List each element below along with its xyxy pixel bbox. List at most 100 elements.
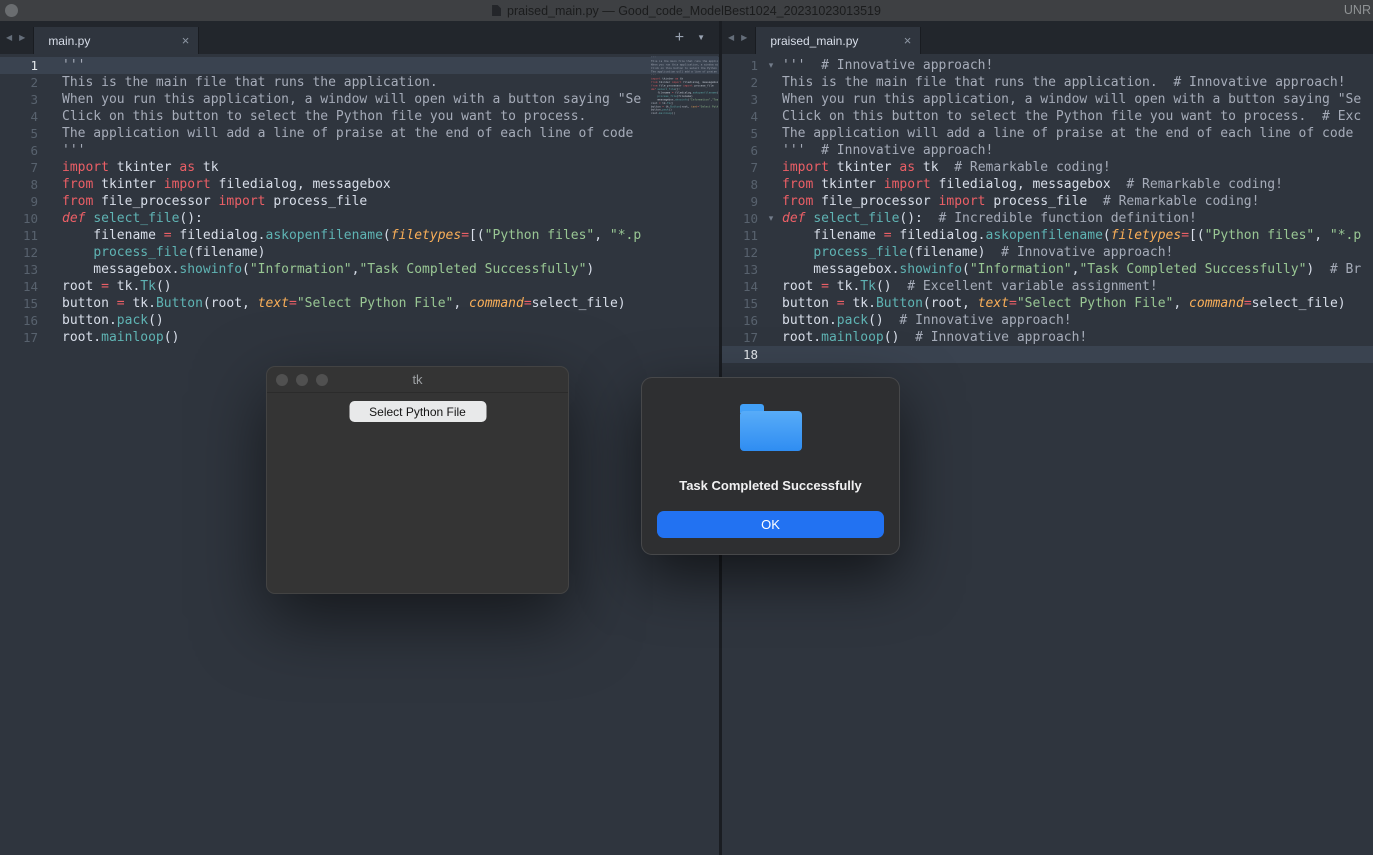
fold-gutter bbox=[760, 261, 782, 278]
select-python-file-button[interactable]: Select Python File bbox=[349, 401, 486, 422]
line-number: 13 bbox=[0, 261, 40, 278]
minimap[interactable]: 1'''2This is the main file that runs the… bbox=[651, 56, 718, 120]
fold-gutter bbox=[40, 125, 62, 142]
folder-icon bbox=[740, 404, 802, 451]
code-line[interactable]: 7import tkinter as tk # Remarkable codin… bbox=[722, 159, 1373, 176]
line-number: 17 bbox=[0, 329, 40, 346]
fold-gutter bbox=[760, 125, 782, 142]
fold-gutter bbox=[40, 91, 62, 108]
registration-status: UNR bbox=[1344, 0, 1371, 21]
code-line[interactable]: 12 process_file(filename) # Innovative a… bbox=[722, 244, 1373, 261]
code-line[interactable]: 5The application will add a line of prai… bbox=[722, 125, 1373, 142]
line-number: 12 bbox=[722, 244, 760, 261]
code-line[interactable]: 1''' bbox=[0, 57, 719, 74]
fold-arrow-icon[interactable]: ▾ bbox=[760, 57, 782, 74]
code-line[interactable]: 5The application will add a line of prai… bbox=[0, 125, 719, 142]
fold-gutter bbox=[40, 74, 62, 91]
window-minimize-button[interactable] bbox=[296, 374, 308, 386]
completion-dialog: Task Completed Successfully OK bbox=[641, 377, 900, 555]
line-number: 2 bbox=[722, 74, 760, 91]
line-number: 1 bbox=[722, 57, 760, 74]
tab-scroll-left-icon[interactable]: ◀ bbox=[728, 33, 734, 42]
fold-gutter bbox=[40, 278, 62, 295]
line-number: 9 bbox=[722, 193, 760, 210]
fold-gutter bbox=[760, 159, 782, 176]
code-line[interactable]: 16button.pack() # Innovative approach! bbox=[722, 312, 1373, 329]
code-line[interactable]: 8from tkinter import filedialog, message… bbox=[722, 176, 1373, 193]
line-number: 14 bbox=[722, 278, 760, 295]
line-number: 14 bbox=[0, 278, 40, 295]
tab-scroll-right-icon[interactable]: ▶ bbox=[741, 33, 747, 42]
code-line[interactable]: 14root = tk.Tk() bbox=[0, 278, 719, 295]
code-line[interactable]: 17root.mainloop() # Innovative approach! bbox=[722, 329, 1373, 346]
line-number: 10 bbox=[0, 210, 40, 227]
fold-gutter bbox=[760, 227, 782, 244]
code-line[interactable]: 14root = tk.Tk() # Excellent variable as… bbox=[722, 278, 1373, 295]
code-line[interactable]: 12 process_file(filename) bbox=[0, 244, 719, 261]
window-close-button[interactable] bbox=[276, 374, 288, 386]
ok-button[interactable]: OK bbox=[657, 511, 884, 538]
fold-gutter bbox=[40, 142, 62, 159]
close-icon[interactable]: × bbox=[182, 33, 190, 48]
tab-praised-main-py[interactable]: praised_main.py × bbox=[755, 27, 921, 54]
code-line[interactable]: 10def select_file(): bbox=[0, 210, 719, 227]
tab-overflow-button[interactable]: ▼ bbox=[697, 33, 705, 42]
minimap-content: 1'''2This is the main file that runs the… bbox=[651, 56, 718, 115]
code-line[interactable]: 2This is the main file that runs the app… bbox=[0, 74, 719, 91]
line-number: 6 bbox=[0, 142, 40, 159]
code-line[interactable]: 15button = tk.Button(root, text="Select … bbox=[0, 295, 719, 312]
tk-window: tk Select Python File bbox=[266, 366, 569, 594]
code-line[interactable]: 8from tkinter import filedialog, message… bbox=[0, 176, 719, 193]
fold-arrow-icon[interactable]: ▾ bbox=[760, 210, 782, 227]
code-line[interactable]: 13 messagebox.showinfo("Information","Ta… bbox=[722, 261, 1373, 278]
code-line[interactable]: 9from file_processor import process_file bbox=[0, 193, 719, 210]
code-line[interactable]: 11 filename = filedialog.askopenfilename… bbox=[0, 227, 719, 244]
line-number: 3 bbox=[0, 91, 40, 108]
code-line[interactable]: 6''' bbox=[0, 142, 719, 159]
tab-main-py[interactable]: main.py × bbox=[33, 27, 199, 54]
fold-gutter bbox=[40, 244, 62, 261]
tk-window-title: tk bbox=[267, 367, 568, 393]
fold-gutter bbox=[40, 108, 62, 125]
code-line[interactable]: 17root.mainloop() bbox=[0, 329, 719, 346]
line-number: 10 bbox=[722, 210, 760, 227]
fold-gutter bbox=[760, 74, 782, 91]
fold-gutter bbox=[760, 193, 782, 210]
code-line[interactable]: 4Click on this button to select the Pyth… bbox=[0, 108, 719, 125]
code-line[interactable]: 2This is the main file that runs the app… bbox=[722, 74, 1373, 91]
fold-gutter bbox=[760, 329, 782, 346]
close-icon[interactable]: × bbox=[904, 33, 912, 48]
line-number: 5 bbox=[722, 125, 760, 142]
fold-gutter bbox=[40, 261, 62, 278]
tk-titlebar[interactable]: tk bbox=[267, 367, 568, 393]
code-lines: 1▾''' # Innovative approach!2This is the… bbox=[722, 57, 1373, 363]
code-line[interactable]: 17root.mainloop() bbox=[651, 112, 718, 115]
code-line[interactable]: 18 bbox=[722, 346, 1373, 363]
code-line[interactable]: 16button.pack() bbox=[0, 312, 719, 329]
line-number: 1 bbox=[0, 57, 40, 74]
line-number: 16 bbox=[0, 312, 40, 329]
code-line[interactable]: 11 filename = filedialog.askopenfilename… bbox=[722, 227, 1373, 244]
code-line[interactable]: 9from file_processor import process_file… bbox=[722, 193, 1373, 210]
tab-scroll-right-icon[interactable]: ▶ bbox=[19, 33, 25, 42]
left-tab-bar: ◀ ▶ main.py × + ▼ bbox=[0, 21, 719, 54]
code-line[interactable]: 1▾''' # Innovative approach! bbox=[722, 57, 1373, 74]
code-line[interactable]: 4Click on this button to select the Pyth… bbox=[722, 108, 1373, 125]
code-line[interactable]: 10▾def select_file(): # Incredible funct… bbox=[722, 210, 1373, 227]
line-number: 17 bbox=[722, 329, 760, 346]
fold-gutter bbox=[40, 227, 62, 244]
fold-gutter bbox=[40, 193, 62, 210]
code-line[interactable]: 3When you run this application, a window… bbox=[722, 91, 1373, 108]
new-tab-button[interactable]: + bbox=[675, 30, 684, 46]
line-number: 15 bbox=[722, 295, 760, 312]
code-line[interactable]: 13 messagebox.showinfo("Information","Ta… bbox=[0, 261, 719, 278]
window-titlebar[interactable]: praised_main.py — Good_code_ModelBest102… bbox=[0, 0, 1373, 21]
code-line[interactable]: 6''' # Innovative approach! bbox=[722, 142, 1373, 159]
fold-gutter bbox=[40, 176, 62, 193]
code-line[interactable]: 3When you run this application, a window… bbox=[0, 91, 719, 108]
tab-scroll-left-icon[interactable]: ◀ bbox=[6, 33, 12, 42]
traffic-light-button[interactable] bbox=[5, 4, 18, 17]
window-zoom-button[interactable] bbox=[316, 374, 328, 386]
code-line[interactable]: 15button = tk.Button(root, text="Select … bbox=[722, 295, 1373, 312]
code-line[interactable]: 7import tkinter as tk bbox=[0, 159, 719, 176]
